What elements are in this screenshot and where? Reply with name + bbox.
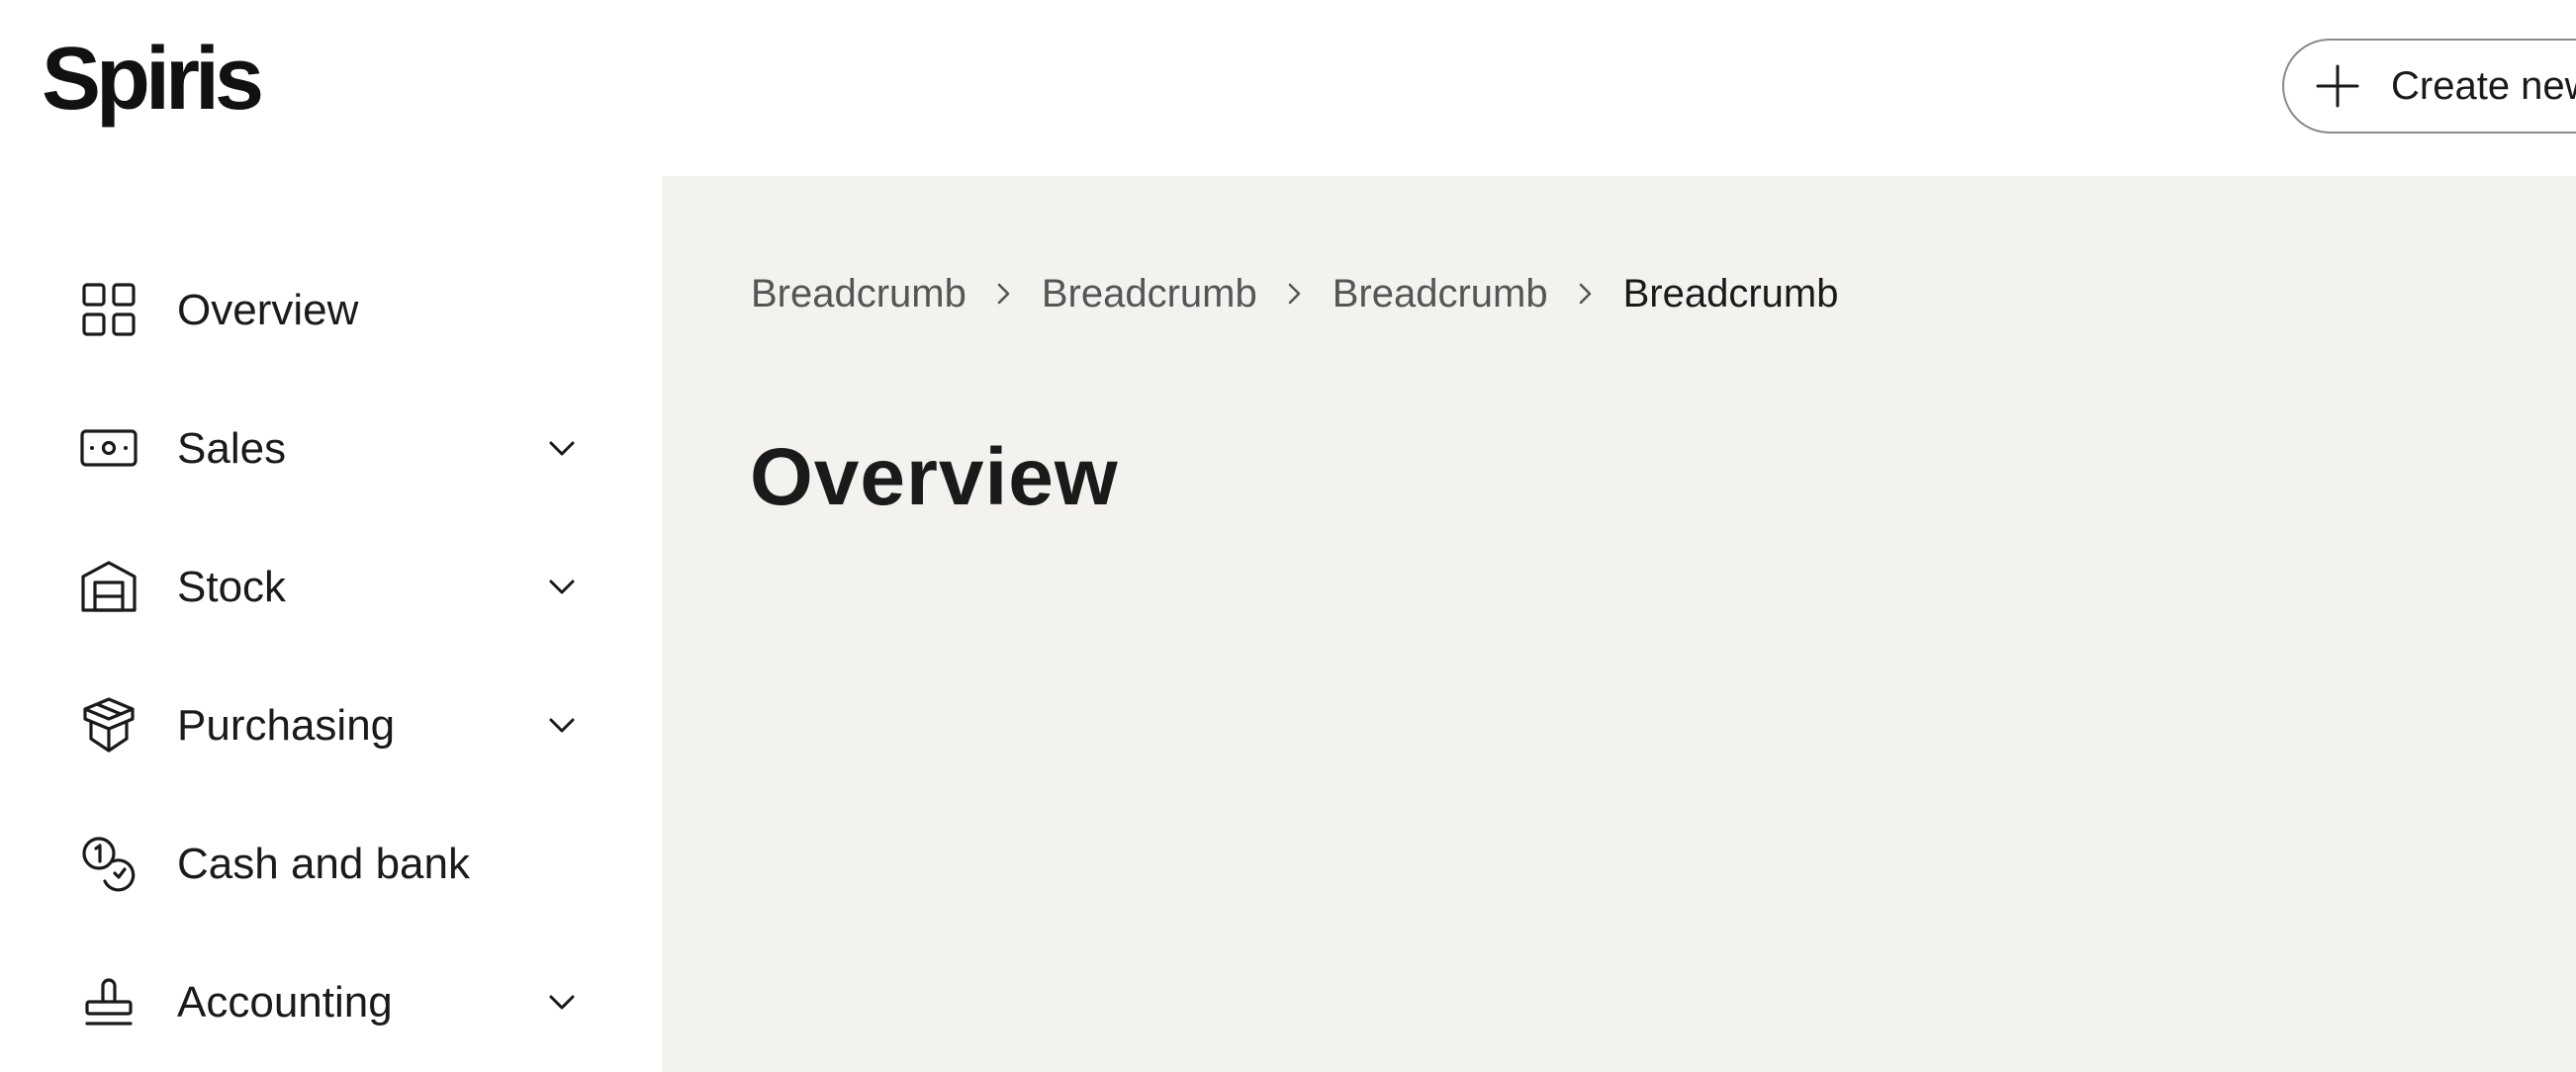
sidebar: Overview Sales Stock Purchasing Cash and… [0, 176, 662, 1072]
sidebar-item-label: Accounting [177, 978, 393, 1027]
chevron-down-icon[interactable] [545, 431, 579, 465]
chevron-right-icon [1579, 283, 1591, 305]
sidebar-item-overview[interactable]: Overview [0, 250, 662, 369]
top-bar: Spiris Create new [0, 0, 2576, 176]
create-new-label: Create new [2391, 63, 2576, 108]
coins-icon [82, 837, 136, 892]
breadcrumb: Breadcrumb Breadcrumb Breadcrumb Breadcr… [751, 269, 1839, 318]
sidebar-item-purchasing[interactable]: Purchasing [0, 666, 662, 784]
grid-icon [82, 283, 136, 336]
main-content: Breadcrumb Breadcrumb Breadcrumb Breadcr… [662, 176, 2576, 1072]
sidebar-item-cash-and-bank[interactable]: Cash and bank [0, 804, 662, 923]
box-icon [83, 697, 135, 753]
breadcrumb-item-current: Breadcrumb [1622, 271, 1839, 315]
breadcrumb-item[interactable]: Breadcrumb [1333, 272, 1548, 316]
sidebar-item-label: Cash and bank [177, 840, 470, 888]
sidebar-item-accounting[interactable]: Accounting [0, 942, 662, 1061]
chevron-down-icon[interactable] [545, 708, 579, 742]
page-title: Overview [750, 431, 1119, 522]
create-new-button[interactable]: Create new [2282, 39, 2576, 134]
sidebar-item-label: Overview [177, 286, 359, 334]
warehouse-icon [81, 561, 137, 612]
plus-icon [2316, 64, 2359, 108]
breadcrumb-item[interactable]: Breadcrumb [1042, 272, 1257, 316]
chevron-down-icon[interactable] [545, 570, 579, 603]
sidebar-item-label: Stock [177, 563, 287, 611]
sidebar-item-label: Purchasing [177, 701, 396, 750]
sidebar-item-sales[interactable]: Sales [0, 389, 662, 507]
stamp-icon [85, 978, 133, 1026]
breadcrumb-item[interactable]: Breadcrumb [751, 272, 966, 316]
banknote-icon [80, 429, 138, 467]
sidebar-item-stock[interactable]: Stock [0, 527, 662, 646]
chevron-right-icon [1288, 283, 1301, 305]
spiris-logo[interactable]: Spiris [42, 30, 264, 129]
sidebar-item-label: Sales [177, 424, 287, 473]
chevron-right-icon [997, 283, 1010, 305]
chevron-down-icon[interactable] [545, 985, 579, 1019]
